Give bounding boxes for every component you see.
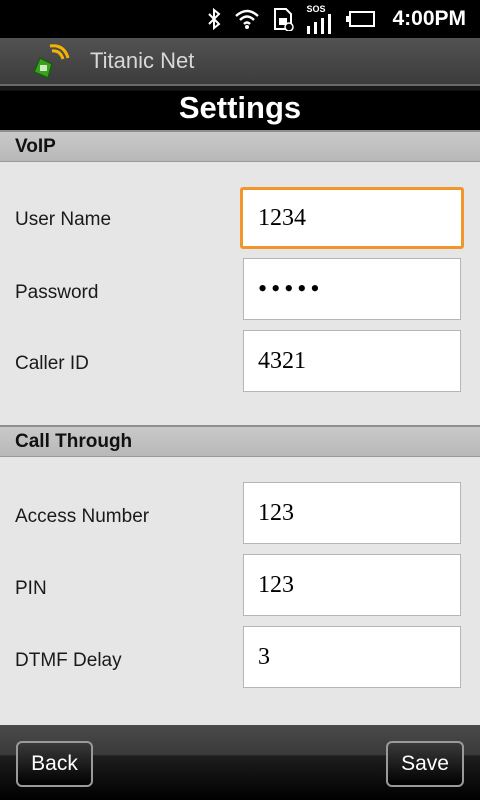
app-title: Titanic Net	[90, 48, 195, 73]
pin-field[interactable]	[243, 554, 461, 616]
caller-id-label: Caller ID	[15, 353, 89, 374]
password-label: Password	[15, 282, 99, 303]
user-name-field[interactable]	[240, 187, 464, 249]
screen-header: Settings	[0, 84, 480, 130]
app-logo-icon	[33, 44, 70, 80]
sos-label: SOS	[306, 4, 326, 14]
signal-icon	[307, 14, 332, 34]
dtmf-delay-field[interactable]	[243, 626, 461, 688]
sim-icon	[274, 8, 295, 31]
back-button[interactable]: Back	[16, 741, 93, 787]
bottom-bar: Back Save	[0, 725, 480, 800]
access-number-field[interactable]	[243, 482, 461, 544]
app-bar: Titanic Net	[0, 38, 480, 84]
status-bar: SOS 4:00PM	[0, 0, 480, 38]
save-button[interactable]: Save	[386, 741, 464, 787]
bluetooth-icon	[208, 7, 221, 31]
signal-sos: SOS	[306, 4, 334, 34]
battery-icon	[346, 11, 376, 27]
access-number-label: Access Number	[15, 506, 150, 527]
status-icons: SOS 4:00PM	[206, 0, 466, 38]
section-header-voip: VoIP	[0, 130, 480, 162]
dtmf-delay-label: DTMF Delay	[15, 650, 122, 671]
caller-id-field[interactable]	[243, 330, 461, 392]
section-header-call-through: Call Through	[0, 425, 480, 457]
status-time: 4:00PM	[392, 7, 466, 30]
pin-label: PIN	[15, 578, 47, 599]
section-title: Call Through	[15, 431, 133, 452]
user-name-label: User Name	[15, 209, 112, 230]
page-title: Settings	[178, 90, 302, 125]
wifi-icon	[235, 9, 260, 29]
password-field[interactable]	[243, 258, 461, 320]
section-title: VoIP	[15, 136, 56, 157]
